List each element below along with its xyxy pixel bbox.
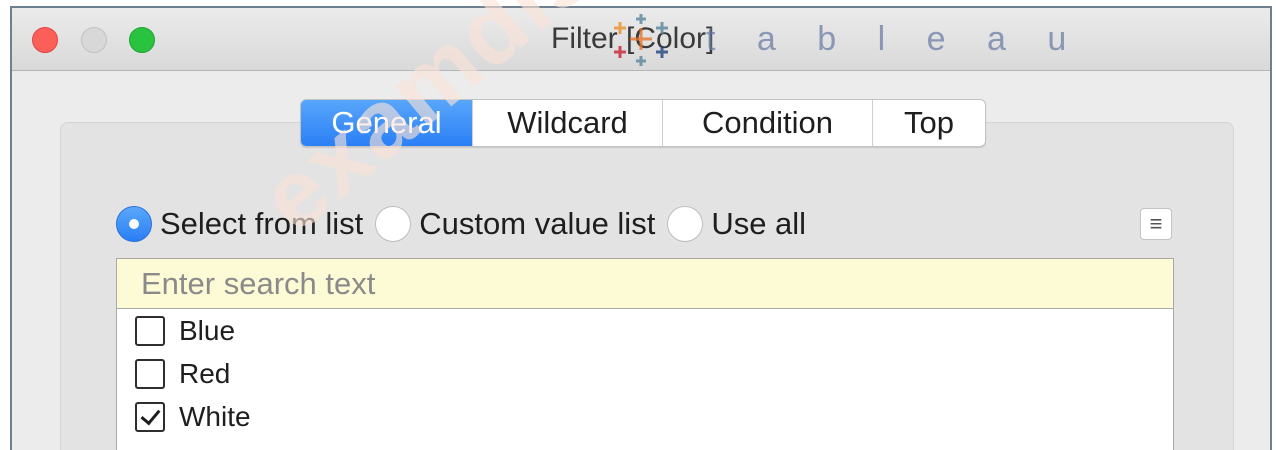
close-window-button[interactable] (32, 27, 58, 53)
hamburger-menu-icon: ≡ (1149, 211, 1163, 236)
filter-dialog-window: Filter [Color] t a b l e a u General Wil… (10, 6, 1272, 450)
checkbox-red[interactable] (135, 359, 165, 389)
list-item-label: Blue (179, 315, 236, 346)
radio-use-all[interactable] (667, 206, 704, 242)
search-input[interactable] (116, 258, 1174, 308)
radio-label-select-from-list[interactable]: Select from list (160, 206, 363, 242)
zoom-window-button[interactable] (129, 27, 155, 53)
list-item-label: White (179, 401, 251, 432)
tableau-logo-icon (614, 14, 668, 66)
list-item[interactable]: White (135, 397, 251, 437)
radio-select-from-list[interactable] (116, 206, 152, 242)
tab-condition[interactable]: Condition (663, 100, 873, 146)
list-item[interactable]: Blue (135, 311, 235, 351)
minimize-window-button[interactable] (81, 27, 107, 53)
radio-label-custom-value-list[interactable]: Custom value list (419, 206, 655, 242)
list-item[interactable]: Red (135, 354, 230, 394)
title-bar[interactable]: Filter [Color] t a b l e a u (12, 8, 1270, 71)
selection-mode-group: Select from list Custom value list Use a… (116, 204, 818, 244)
radio-custom-value-list[interactable] (375, 206, 412, 242)
tab-general[interactable]: General (301, 100, 473, 146)
value-list: Blue Red White (116, 308, 1174, 450)
filter-tab-bar: General Wildcard Condition Top (300, 99, 986, 147)
tab-wildcard[interactable]: Wildcard (473, 100, 663, 146)
tab-top[interactable]: Top (873, 100, 985, 146)
tableau-logo-wordmark: t a b l e a u (706, 20, 1083, 58)
radio-label-use-all[interactable]: Use all (711, 206, 806, 242)
list-options-menu-button[interactable]: ≡ (1140, 208, 1172, 240)
checkbox-white[interactable] (135, 402, 165, 432)
checkbox-blue[interactable] (135, 316, 165, 346)
list-item-label: Red (179, 358, 231, 389)
